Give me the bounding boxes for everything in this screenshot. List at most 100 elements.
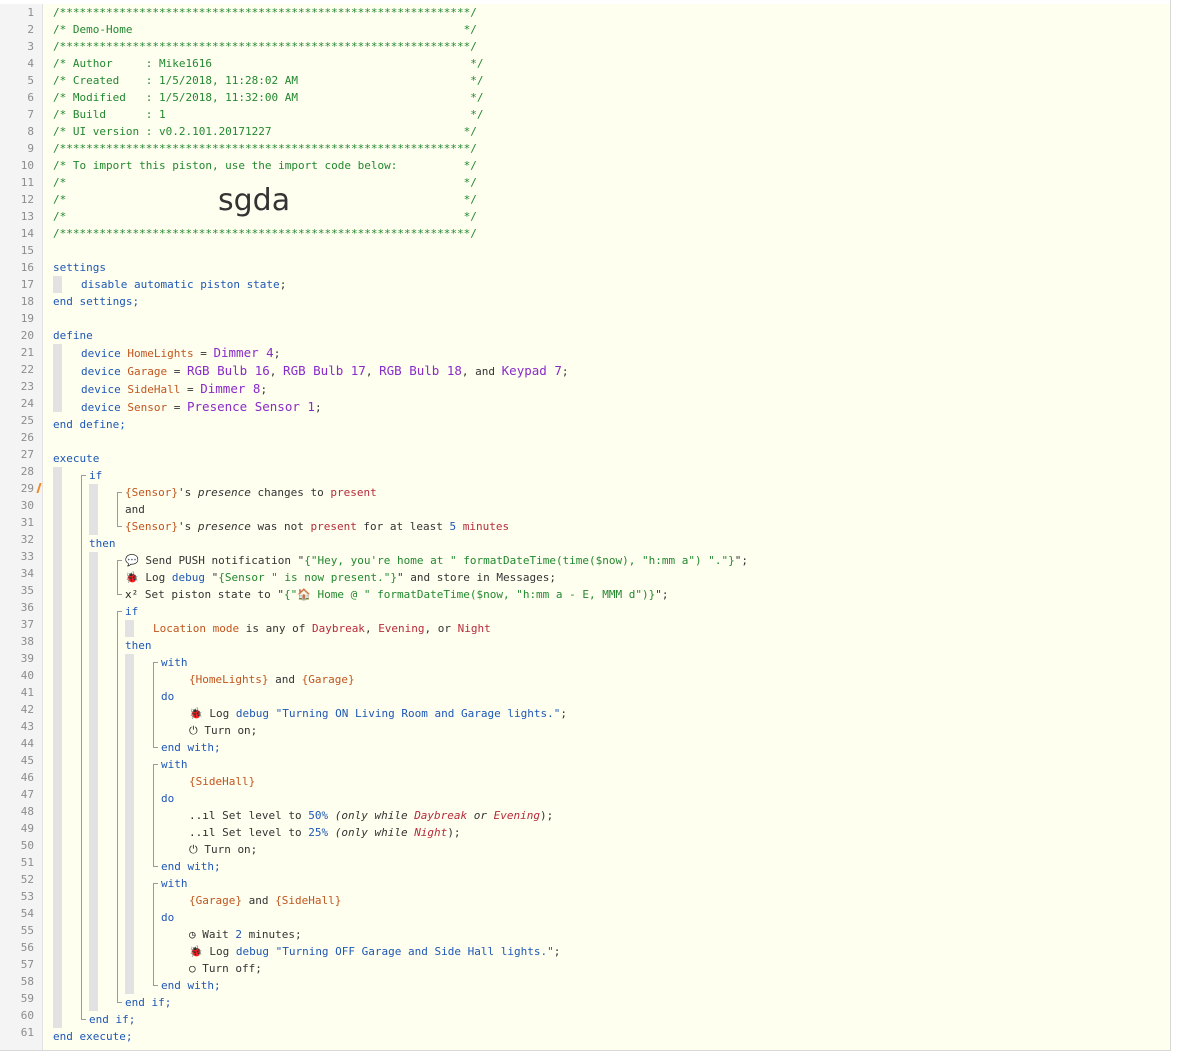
semicolon: ; — [314, 401, 322, 414]
comment-line: /***************************************… — [53, 227, 477, 240]
with-keyword[interactable]: with — [161, 756, 188, 773]
line-number: 50 — [20, 839, 34, 852]
line-number: 51 — [20, 856, 34, 869]
with-keyword[interactable]: with — [161, 654, 188, 671]
possessive: 's — [177, 520, 198, 533]
push-end: "; — [734, 554, 748, 567]
line-number: 52 — [20, 873, 34, 886]
with-block-bracket — [153, 883, 158, 986]
line-number: 30 — [20, 499, 34, 512]
clock-icon: ◷ — [189, 928, 196, 941]
statement-turn-off[interactable]: ○ Turn off; — [189, 960, 262, 977]
condition-bracket — [117, 492, 122, 527]
mode-night: Night — [457, 622, 491, 635]
condition-presence-changes[interactable]: {Sensor}'s presence changes to present — [125, 484, 377, 501]
set-level-label: Set level to — [215, 826, 309, 839]
line-number: 22 — [20, 363, 34, 376]
and-text: and — [241, 894, 276, 907]
variable-name: HomeLights — [127, 347, 194, 360]
device-declaration-sensor[interactable]: device Sensor = Presence Sensor 1; — [81, 398, 322, 415]
define-keyword[interactable]: define — [53, 327, 93, 344]
device-ref: {Garage} — [301, 673, 355, 686]
line-number: 54 — [20, 907, 34, 920]
log-label: Log — [138, 571, 172, 584]
line-number: 32 — [20, 533, 34, 546]
push-label: Send PUSH notification " — [138, 554, 305, 567]
settings-keyword[interactable]: settings — [53, 259, 106, 276]
attribute: presence — [197, 520, 251, 533]
device-value: RGB Bulb 18 — [379, 363, 462, 378]
line-number: 24 — [20, 397, 34, 410]
power-icon: ⏻ — [189, 724, 198, 737]
line-number: 38 — [20, 635, 34, 648]
statement-log-debug[interactable]: 🐞 Log debug "{Sensor " is now present."}… — [125, 569, 556, 586]
do-keyword[interactable]: do — [161, 909, 174, 926]
statement-turn-on[interactable]: ⏻ Turn on; — [189, 722, 257, 739]
if-keyword[interactable]: if — [89, 467, 102, 484]
attribute: presence — [197, 486, 251, 499]
device-value: RGB Bulb 17 — [283, 363, 366, 378]
indent-guide — [89, 484, 98, 535]
chat-bubble-icon: 💬 — [125, 554, 139, 567]
statement-turn-on[interactable]: ⏻ Turn on; — [189, 841, 257, 858]
with-devices[interactable]: {HomeLights} and {Garage} — [189, 671, 355, 688]
statement-set-piston-state[interactable]: x² Set piston state to "{"🏠 Home @ " for… — [125, 586, 669, 603]
statement-set-level-25[interactable]: ..ıl Set level to 25% (only while Night)… — [189, 824, 461, 841]
superscript-x-icon: x² — [125, 588, 139, 601]
inner-then-keyword[interactable]: then — [125, 637, 152, 654]
with-block-bracket — [153, 662, 158, 748]
and-operator[interactable]: and — [125, 501, 145, 518]
turn-off-label: Turn off; — [195, 962, 262, 975]
device-declaration-garage[interactable]: device Garage = RGB Bulb 16, RGB Bulb 17… — [81, 362, 568, 379]
condition-location-mode[interactable]: Location mode is any of Daybreak, Evenin… — [153, 620, 491, 637]
inner-if-keyword[interactable]: if — [125, 603, 138, 620]
log-message: "Turning OFF Garage and Side Hall lights… — [275, 945, 554, 958]
import-code[interactable]: sgda — [218, 184, 290, 218]
condition-presence-was-not[interactable]: {Sensor}'s presence was not present for … — [125, 518, 509, 535]
mode-evening: Evening — [493, 809, 541, 822]
indent-guide — [53, 467, 62, 1028]
code-editor[interactable]: 1 2 3 4 5 6 7 8 9 10 11 12 13 14 15 16 17 18 19 20 21 22 23 24 2… — [0, 0, 1171, 1051]
device-value: Dimmer 8 — [200, 381, 261, 396]
statement-log-debug[interactable]: 🐞 Log debug "Turning ON Living Room and … — [189, 705, 567, 722]
line-number: 28 — [20, 465, 34, 478]
statement-send-push[interactable]: 💬 Send PUSH notification "{"Hey, you're … — [125, 552, 748, 569]
execute-keyword[interactable]: execute — [53, 450, 99, 467]
level-value: 50% — [308, 809, 329, 822]
device-ref[interactable]: {SideHall} — [189, 773, 255, 790]
device-declaration-homelights[interactable]: device HomeLights = Dimmer 4; — [81, 344, 280, 361]
statement-log-debug[interactable]: 🐞 Log debug "Turning OFF Garage and Side… — [189, 943, 560, 960]
line-number: 33 — [20, 550, 34, 563]
level-value: 25% — [308, 826, 329, 839]
if-block-bracket — [81, 475, 86, 1020]
line-number: 55 — [20, 924, 34, 937]
line-number: 23 — [20, 380, 34, 393]
log-expression: {Sensor " is now present."} — [218, 571, 398, 584]
line-number: 25 — [20, 414, 34, 427]
end-execute: end execute; — [53, 1030, 133, 1043]
statement-wait[interactable]: ◷ Wait 2 minutes; — [189, 926, 302, 943]
device-keyword: device — [81, 401, 121, 414]
then-keyword[interactable]: then — [89, 535, 116, 552]
wait-label: Wait — [195, 928, 236, 941]
wait-unit: minutes; — [242, 928, 302, 941]
or-text: or — [467, 809, 494, 822]
device-declaration-sidehall[interactable]: device SideHall = Dimmer 8; — [81, 380, 267, 397]
line-number: 17 — [20, 278, 34, 291]
do-keyword[interactable]: do — [161, 790, 174, 807]
line-number: 56 — [20, 941, 34, 954]
line-number: 39 — [20, 652, 34, 665]
line-number: 19 — [20, 312, 34, 325]
end-with: end with; — [161, 979, 221, 992]
line-number: 27 — [20, 448, 34, 461]
settings-statement[interactable]: disable automatic piston state; — [81, 276, 286, 293]
turn-on-label: Turn on; — [197, 724, 258, 737]
do-keyword[interactable]: do — [161, 688, 174, 705]
variable-name: SideHall — [127, 383, 181, 396]
statement-set-level-50[interactable]: ..ıl Set level to 50% (only while Daybre… — [189, 807, 553, 824]
with-keyword[interactable]: with — [161, 875, 188, 892]
device-keyword: device — [81, 383, 121, 396]
semicolon: ; — [260, 383, 268, 396]
with-devices[interactable]: {Garage} and {SideHall} — [189, 892, 341, 909]
semicolon: ; — [561, 365, 569, 378]
